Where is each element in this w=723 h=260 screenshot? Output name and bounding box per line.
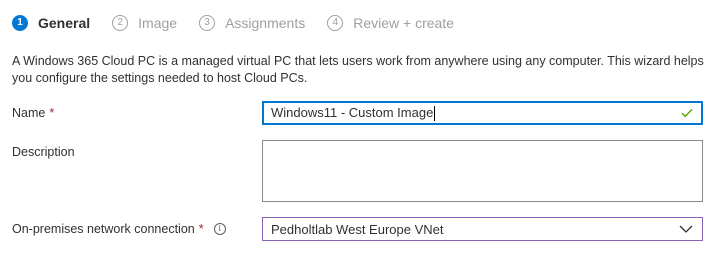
text-caret	[434, 106, 436, 122]
network-connection-dropdown[interactable]: Pedholtlab West Europe VNet	[262, 217, 703, 241]
name-label: Name *	[12, 106, 54, 120]
network-connection-label-text: On-premises network connection	[12, 222, 195, 236]
step-assignments[interactable]: 3 Assignments	[199, 15, 305, 31]
step-label: Image	[138, 15, 178, 31]
step-label: Review + create	[353, 15, 454, 31]
name-input[interactable]: Windows11 - Custom Image	[262, 101, 703, 125]
step-number-badge: 4	[327, 15, 344, 31]
description-input[interactable]	[262, 140, 703, 202]
step-label: Assignments	[225, 15, 306, 31]
network-connection-value: Pedholtlab West Europe VNet	[271, 221, 444, 237]
step-review-create[interactable]: 4 Review + create	[327, 15, 454, 31]
name-input-value: Windows11 - Custom Image	[271, 104, 434, 120]
step-number-badge: 1	[12, 15, 28, 31]
info-icon[interactable]: i	[213, 223, 226, 235]
step-number-badge: 3	[199, 15, 216, 31]
checkmark-icon	[678, 106, 696, 121]
description-label-text: Description	[12, 145, 75, 159]
required-marker: *	[49, 106, 55, 120]
wizard-steps: 1 General 2 Image 3 Assignments 4 Review…	[12, 11, 476, 35]
step-image[interactable]: 2 Image	[112, 15, 177, 31]
step-label: General	[38, 15, 91, 31]
name-input-value-wrap: Windows11 - Custom Image	[271, 104, 678, 122]
name-label-text: Name	[12, 106, 46, 120]
required-marker: *	[198, 222, 204, 236]
step-number-badge: 2	[112, 15, 129, 31]
description-label: Description	[12, 145, 75, 159]
step-general[interactable]: 1 General	[12, 15, 90, 31]
network-connection-label: On-premises network connection * i	[12, 222, 226, 236]
chevron-down-icon	[674, 217, 698, 241]
intro-text: A Windows 365 Cloud PC is a managed virt…	[12, 54, 704, 85]
